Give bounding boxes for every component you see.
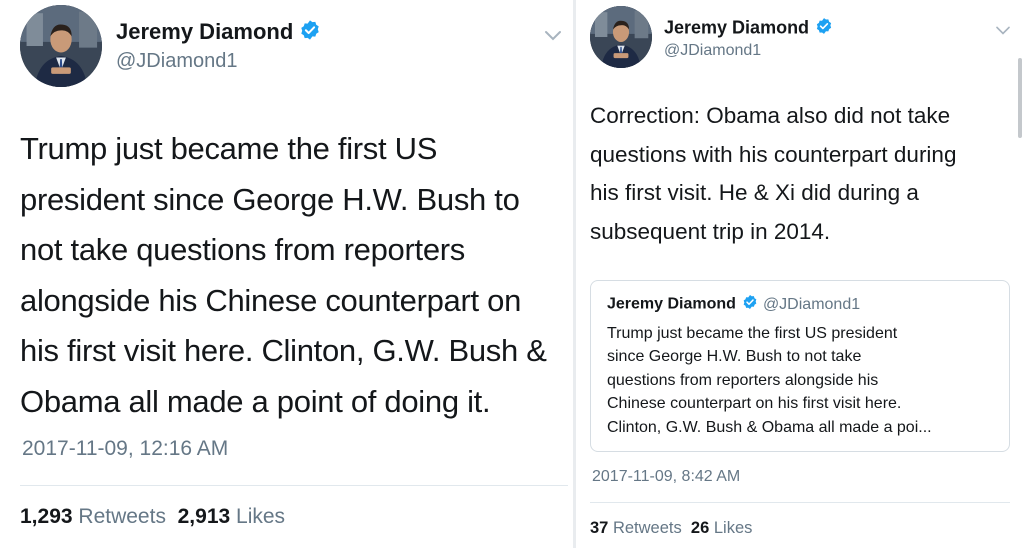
author-name[interactable]: Jeremy Diamond: [664, 17, 833, 40]
chevron-down-icon[interactable]: [543, 28, 563, 47]
likes-label: Likes: [236, 505, 286, 528]
quoted-tweet-card[interactable]: Jeremy Diamond @JDiamond1 Trump just beca…: [590, 280, 1010, 452]
likes-label: Likes: [713, 519, 753, 537]
tweet-line: Trump just became the first US: [20, 131, 438, 166]
retweets-link[interactable]: 1,293 Retweets: [20, 505, 166, 528]
tweet-stats: 1,293 Retweets 2,913 Likes: [20, 505, 285, 529]
tweet-timestamp[interactable]: 2017-11-09, 8:42 AM: [592, 468, 740, 486]
verified-badge-icon: [299, 19, 321, 47]
author-name[interactable]: Jeremy Diamond: [116, 19, 321, 47]
tweet-body: Trump just became the first US president…: [20, 124, 547, 427]
tweet-stats: 37 Retweets 26 Likes: [590, 519, 752, 538]
quoted-author: Jeremy Diamond @JDiamond1: [607, 294, 860, 315]
likes-count: 26: [690, 519, 710, 537]
tweet-left: Jeremy Diamond @JDiamond1 Trump just bec…: [0, 0, 573, 548]
tweet-line: his first visit here. Clinton, G.W. Bush…: [20, 333, 547, 368]
retweets-label: Retweets: [612, 519, 682, 537]
retweets-count: 1,293: [20, 505, 73, 528]
scrollbar[interactable]: [1018, 58, 1022, 138]
tweet-body: Correction: Obama also did not take ques…: [590, 97, 956, 251]
quoted-line: Chinese counterpart on his first visit h…: [607, 395, 902, 413]
retweets-link[interactable]: 37 Retweets: [590, 519, 682, 537]
tweet-line: questions with his counterpart during: [590, 141, 957, 167]
quoted-author-handle: @JDiamond1: [762, 295, 861, 313]
author-avatar[interactable]: [20, 5, 102, 87]
chevron-down-icon[interactable]: [994, 23, 1012, 41]
divider: [590, 502, 1010, 503]
verified-badge-icon: [742, 294, 758, 315]
quoted-line: Clinton, G.W. Bush & Obama all made a po…: [607, 418, 932, 436]
quoted-line: since George H.W. Bush to not take: [607, 348, 862, 366]
tweet-line: Obama all made a point of doing it.: [20, 383, 491, 419]
author-name-text[interactable]: Jeremy Diamond: [116, 19, 293, 44]
likes-link[interactable]: 2,913 Likes: [178, 505, 285, 528]
divider: [20, 485, 568, 486]
likes-count: 2,913: [177, 505, 231, 528]
verified-badge-icon: [815, 17, 833, 40]
retweets-count: 37: [590, 519, 609, 537]
tweet-line: alongside his Chinese counterpart on: [20, 282, 522, 318]
author-avatar[interactable]: [590, 6, 652, 68]
tweet-line: Correction: Obama also did not take: [590, 103, 951, 128]
author-handle[interactable]: @JDiamond1: [116, 50, 237, 73]
retweets-label: Retweets: [78, 505, 166, 528]
author-name-text[interactable]: Jeremy Diamond: [664, 17, 809, 37]
quoted-tweet-body: Trump just became the first US president…: [607, 322, 932, 439]
tweet-right: Jeremy Diamond @JDiamond1 Correction: Ob…: [576, 0, 1024, 548]
quoted-line: questions from reporters alongside his: [607, 371, 879, 389]
tweet-line: not take questions from reporters: [20, 232, 465, 267]
quoted-line: Trump just became the first US president: [607, 325, 898, 342]
tweet-timestamp[interactable]: 2017-11-09, 12:16 AM: [22, 437, 228, 461]
tweet-line: subsequent trip in 2014.: [590, 218, 831, 244]
tweet-line: president since George H.W. Bush to: [20, 181, 520, 217]
author-handle[interactable]: @JDiamond1: [664, 42, 761, 60]
quoted-author-name: Jeremy Diamond: [607, 295, 736, 313]
tweet-line: his first visit. He & Xi did during a: [590, 180, 919, 205]
likes-link[interactable]: 26 Likes: [691, 519, 752, 537]
